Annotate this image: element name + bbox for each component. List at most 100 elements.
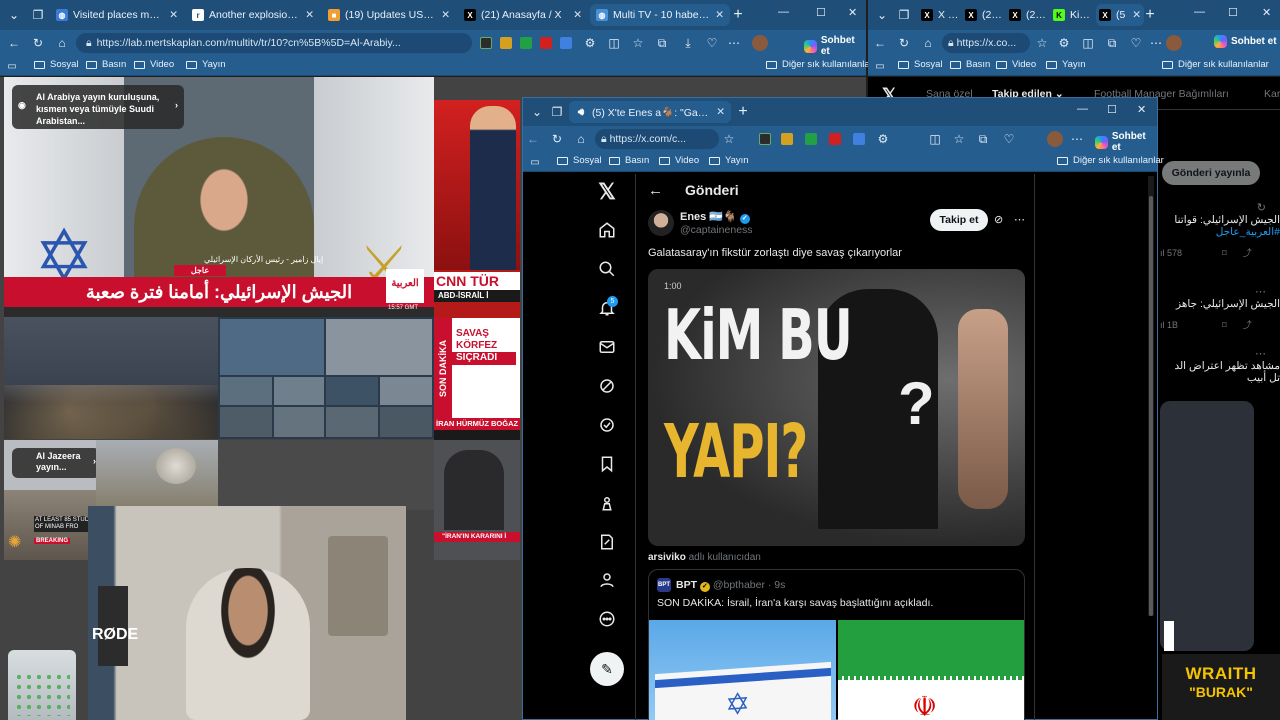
maximize-icon[interactable]: ☐: [1228, 6, 1238, 19]
back-icon[interactable]: ←: [525, 131, 541, 147]
tab-x-2[interactable]: X(21) A: [962, 4, 1006, 26]
articles-nav-icon[interactable]: [593, 528, 621, 556]
minimize-icon[interactable]: —: [1194, 6, 1205, 18]
back-icon[interactable]: ←: [6, 35, 22, 51]
avatar[interactable]: [1166, 35, 1182, 51]
follow-button[interactable]: Takip et: [930, 209, 988, 231]
favorites-star-icon[interactable]: ☆: [1034, 35, 1050, 51]
author-avatar[interactable]: [648, 210, 674, 236]
collections-icon[interactable]: ⧉: [1104, 35, 1120, 51]
close-tab-icon[interactable]: ✕: [1126, 9, 1141, 21]
collections-icon[interactable]: ⧉: [654, 35, 670, 51]
explosion-video[interactable]: [96, 440, 218, 506]
new-tab-icon[interactable]: +: [730, 6, 746, 23]
reading-icon[interactable]: ▭: [527, 154, 543, 170]
alarabiya-video[interactable]: ✡ ⚔ Al Arabiya yayın kurulușuna, kısmen …: [4, 77, 434, 317]
messages-nav-icon[interactable]: [593, 333, 621, 361]
back-arrow-icon[interactable]: ←: [648, 182, 663, 199]
author-name[interactable]: Enes 🇦🇷🐐 ✓: [680, 210, 750, 224]
main-address-bar[interactable]: 🔒︎ https://lab.mertskaplan.com/multitv/tr…: [76, 33, 472, 53]
tab-multitv[interactable]: ◍ Multi TV - 10 haber ka ✕: [590, 4, 730, 26]
heart-icon[interactable]: ♡: [1128, 35, 1144, 51]
split-screen-icon[interactable]: ◫: [1080, 35, 1096, 51]
feed-item[interactable]: ⋯ الجيش الإسرائيلي: جاهز ıl 1B ⌑ ⤴: [1160, 285, 1280, 345]
fav-folder-video[interactable]: Video: [659, 155, 699, 166]
workspaces-icon[interactable]: ❐: [30, 7, 46, 23]
reading-icon[interactable]: ▭: [872, 58, 888, 74]
fav-folder-yayin[interactable]: Yayın: [1046, 59, 1086, 70]
city-night-video[interactable]: [4, 317, 218, 439]
close-tab-icon[interactable]: ✕: [435, 9, 450, 21]
favorites-star-icon[interactable]: ☆: [951, 131, 967, 147]
close-tab-icon[interactable]: ✕: [567, 9, 582, 21]
close-tab-icon[interactable]: ✕: [709, 9, 724, 21]
fav-folder-video[interactable]: Video: [996, 59, 1036, 70]
tab-actions-icon[interactable]: ⌄: [6, 7, 22, 23]
home-icon[interactable]: ⌂: [54, 35, 70, 51]
more-icon[interactable]: ⋯: [1148, 35, 1164, 51]
share-icon[interactable]: ⤴: [1243, 248, 1252, 258]
post-video[interactable]: 1:00 KiM BU YAPI? ?: [648, 269, 1025, 546]
extension-icon[interactable]: [520, 37, 532, 49]
tab-kick[interactable]: KKickP: [1050, 4, 1096, 26]
multicam-grid-video[interactable]: [218, 317, 434, 439]
maximize-icon[interactable]: ☐: [1107, 103, 1117, 116]
favorites-star-icon[interactable]: ☆: [630, 35, 646, 51]
tab-actions-icon[interactable]: ⌄: [529, 104, 545, 120]
compose-post-button[interactable]: ✎: [590, 652, 624, 686]
maximize-icon[interactable]: ☐: [816, 6, 826, 19]
close-window-icon[interactable]: ✕: [848, 6, 857, 19]
scrollbar-thumb[interactable]: [1149, 196, 1153, 616]
tab-x-home[interactable]: X (21) Anasayfa / X ✕: [458, 4, 588, 26]
x-address-bar[interactable]: 🔒︎ https://x.com/c...: [595, 129, 719, 149]
close-tab-icon[interactable]: ✕: [163, 9, 178, 21]
reading-icon[interactable]: ▭: [4, 58, 20, 74]
share-icon[interactable]: ⤴: [1243, 320, 1252, 330]
collections-icon[interactable]: ⧉: [975, 131, 991, 147]
copilot-button[interactable]: Sohbet et: [804, 35, 866, 57]
refresh-icon[interactable]: ↻: [30, 35, 46, 51]
close-window-icon[interactable]: ✕: [1262, 6, 1271, 19]
post-button[interactable]: Gönderi yayınla: [1162, 161, 1260, 185]
other-favorites[interactable]: Diğer sık kullanılanlar: [1162, 59, 1269, 70]
more-icon[interactable]: ⋯: [1160, 285, 1280, 298]
extension-icon[interactable]: [781, 133, 793, 145]
notifications-nav-icon[interactable]: 5: [593, 294, 621, 322]
tab-updates[interactable]: ■ (19) Updates US, Israel atta✕: [322, 4, 456, 26]
bookmarks-nav-icon[interactable]: [593, 450, 621, 478]
cnnturk-video[interactable]: CNN TÜR ABD-İSRAİL İ: [434, 100, 520, 318]
feed-item[interactable]: ↻ الجيش الإسرائيلي: قواتنا #العربية_عاجل…: [1160, 201, 1280, 271]
workspaces-icon[interactable]: ❐: [896, 7, 912, 23]
downloads-icon[interactable]: ⤓: [680, 35, 696, 51]
tab-x-post[interactable]: 🔊︎ (5) X'te Enes a🐐: "Galatasar✕: [569, 101, 731, 123]
extension-icon[interactable]: [500, 37, 512, 49]
more-icon[interactable]: ↻: [1160, 201, 1280, 214]
extension-icon[interactable]: [480, 37, 492, 49]
tab-x-3[interactable]: X(21) X: [1006, 4, 1050, 26]
extension-icon[interactable]: [829, 133, 841, 145]
minimize-icon[interactable]: —: [778, 6, 789, 18]
bookmark-icon[interactable]: ⌑: [1222, 248, 1227, 258]
jobs-nav-icon[interactable]: [593, 489, 621, 517]
heart-icon[interactable]: ♡: [704, 35, 720, 51]
minimize-icon[interactable]: —: [1077, 103, 1088, 115]
more-options-icon[interactable]: ⋯: [1014, 213, 1025, 226]
copilot-button[interactable]: Sohbet et: [1095, 131, 1157, 153]
more-icon[interactable]: ⋯: [1160, 347, 1280, 360]
profile-nav-icon[interactable]: [593, 566, 621, 594]
split-screen-icon[interactable]: ◫: [606, 35, 622, 51]
tab-visited-places[interactable]: ◍ Visited places map editor✕: [50, 4, 184, 26]
x-logo-icon[interactable]: 𝕏: [593, 178, 621, 206]
search-nav-icon[interactable]: [593, 255, 621, 283]
extension-icon[interactable]: [805, 133, 817, 145]
fav-folder-basin[interactable]: Basın: [86, 59, 126, 70]
info-banner[interactable]: Al Arabiya yayın kurulușuna, kısmen veya…: [12, 85, 184, 129]
workspaces-icon[interactable]: ❐: [549, 104, 565, 120]
copilot-button[interactable]: Sohbet et: [1214, 35, 1277, 48]
feed-item[interactable]: ⋯ مشاهد تظهر اعتراض الد تل أبيب: [1160, 347, 1280, 397]
translate-icon[interactable]: [560, 37, 572, 49]
fav-folder-yayin[interactable]: Yayın: [709, 155, 749, 166]
extensions-puzzle-icon[interactable]: ⚙: [875, 131, 891, 147]
home-icon[interactable]: ⌂: [920, 35, 936, 51]
info-banner[interactable]: Al Jazeera yayın... ›: [12, 448, 100, 478]
